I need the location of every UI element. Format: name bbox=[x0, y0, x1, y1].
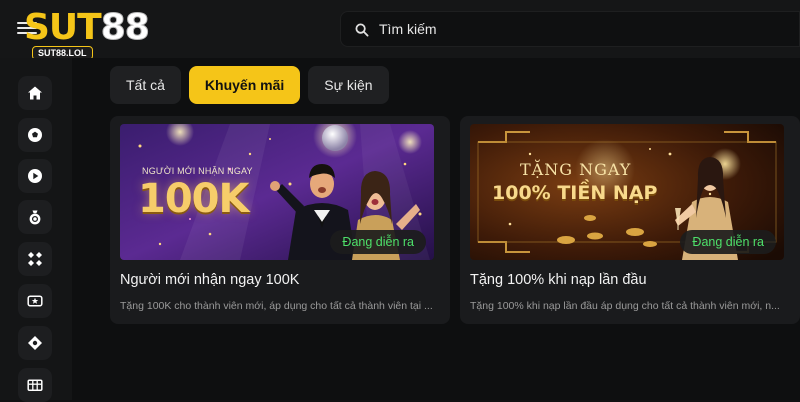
main-content: Tất cả Khuyến mãi Sự kiện NGƯỜI MỚI NHẬN… bbox=[72, 58, 800, 400]
top-header: SUT88 SUT88.LOL bbox=[0, 0, 800, 60]
diamond-icon bbox=[28, 336, 42, 350]
status-badge: Đang diễn ra bbox=[330, 230, 426, 254]
sidebar-item-bonus[interactable] bbox=[18, 200, 52, 234]
promo-title: Người mới nhận ngay 100K bbox=[120, 272, 300, 288]
money-bag-icon bbox=[29, 210, 41, 225]
promo-description: Tặng 100% khi nạp lần đầu áp dụng cho tấ… bbox=[470, 300, 780, 312]
tab-all[interactable]: Tất cả bbox=[110, 66, 181, 104]
banner-line2: 100% TIỀN NẠP bbox=[492, 182, 658, 204]
sidebar-item-esports[interactable] bbox=[18, 326, 52, 360]
logo-text-sut: SUT bbox=[24, 7, 102, 48]
status-badge: Đang diễn ra bbox=[680, 230, 776, 254]
category-tabs: Tất cả Khuyến mãi Sự kiện bbox=[110, 66, 389, 104]
promo-card-new-member[interactable]: NGƯỜI MỚI NHẬN NGAY 100K Đang diễn ra Ng… bbox=[110, 116, 450, 324]
banner-subtitle: NGƯỜI MỚI NHẬN NGAY bbox=[142, 166, 253, 176]
search-input[interactable] bbox=[379, 12, 779, 46]
search-icon bbox=[355, 23, 369, 37]
games-grid-icon bbox=[28, 252, 42, 266]
home-icon bbox=[28, 86, 42, 100]
star-card-icon bbox=[27, 295, 43, 307]
sidebar-item-home[interactable] bbox=[18, 76, 52, 110]
banner-amount: 100K bbox=[138, 176, 249, 222]
sidebar-item-lottery[interactable] bbox=[18, 368, 52, 402]
promo-banner-first-deposit[interactable]: TẶNG NGAY 100% TIỀN NẠP Đang diễn ra bbox=[470, 124, 784, 260]
promo-title: Tặng 100% khi nạp lần đầu bbox=[470, 272, 647, 288]
promo-card-first-deposit[interactable]: TẶNG NGAY 100% TIỀN NẠP Đang diễn ra Tặn… bbox=[460, 116, 800, 324]
tab-events[interactable]: Sự kiện bbox=[308, 66, 389, 104]
sidebar-item-casino[interactable] bbox=[18, 284, 52, 318]
banner-line1: TẶNG NGAY bbox=[520, 160, 632, 179]
sidebar-item-live[interactable] bbox=[18, 159, 52, 193]
promo-banner-new-member[interactable]: NGƯỜI MỚI NHẬN NGAY 100K Đang diễn ra bbox=[120, 124, 434, 260]
soccer-ball-icon bbox=[28, 128, 42, 142]
sidebar-item-sports[interactable] bbox=[18, 118, 52, 152]
promo-description: Tặng 100K cho thành viên mới, áp dụng ch… bbox=[120, 300, 433, 312]
search-box[interactable] bbox=[340, 11, 800, 47]
tab-promotions[interactable]: Khuyến mãi bbox=[188, 66, 301, 104]
brand-logo[interactable]: SUT88 SUT88.LOL bbox=[24, 7, 174, 60]
logo-text-88: 88 bbox=[100, 7, 150, 48]
left-sidebar bbox=[0, 58, 72, 402]
lottery-grid-icon bbox=[27, 379, 43, 391]
sidebar-item-games[interactable] bbox=[18, 242, 52, 276]
play-icon bbox=[28, 169, 42, 183]
